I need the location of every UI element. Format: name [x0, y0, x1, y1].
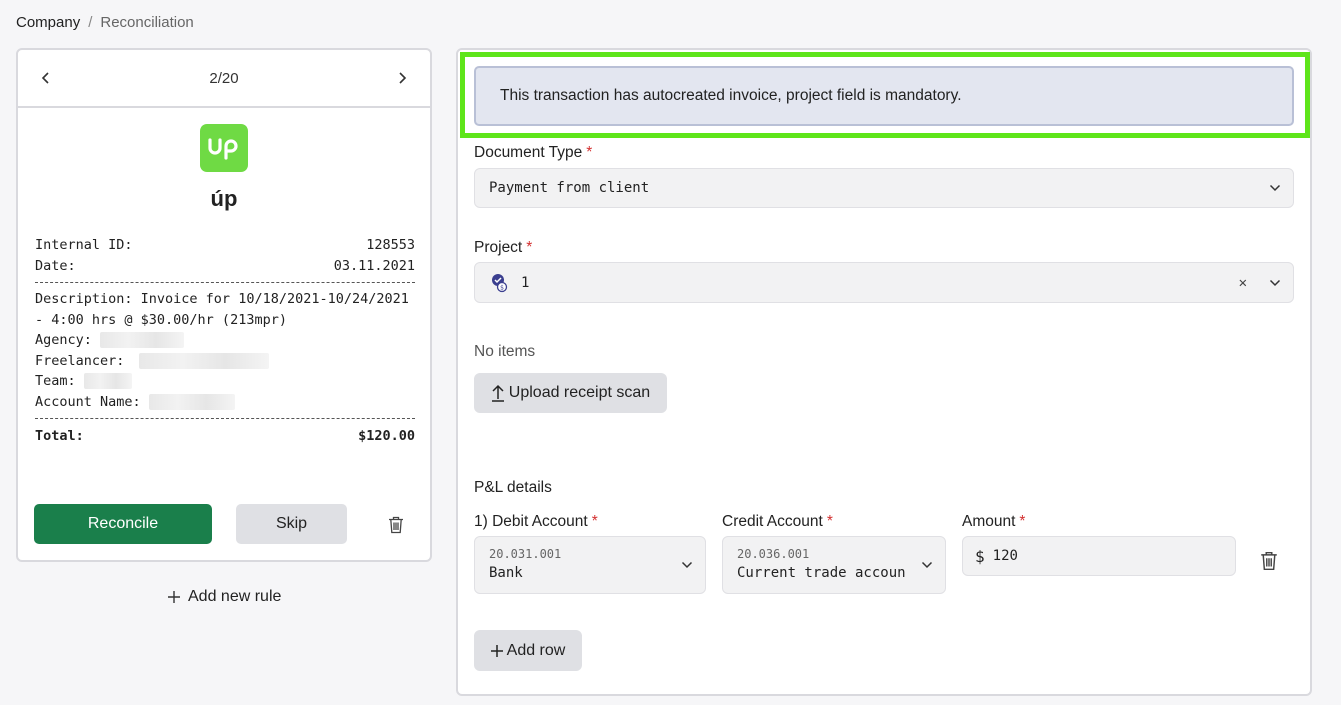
add-row-label: Add row [506, 641, 566, 659]
credit-account-code: 20.036.001 [737, 547, 810, 561]
prev-button[interactable] [36, 68, 56, 88]
chevron-left-icon [41, 72, 49, 84]
project-value: 1 [521, 274, 530, 291]
vendor-logo [200, 124, 248, 172]
date-row: Date: 03.11.2021 [35, 255, 415, 276]
divider [35, 282, 415, 283]
amount-input[interactable]: $ 120 [962, 536, 1236, 576]
chevron-right-icon [399, 72, 407, 84]
divider [35, 418, 415, 419]
required-mark: * [591, 513, 598, 530]
trash-icon [1261, 551, 1277, 571]
project-label: Project * [474, 239, 532, 257]
amount-value: 120 [992, 548, 1018, 564]
plus-icon [168, 591, 180, 603]
plus-icon [490, 644, 503, 657]
pager-count: 2/20 [209, 69, 239, 87]
amount-label: Amount * [962, 513, 1025, 531]
breadcrumb-company[interactable]: Company [16, 14, 80, 31]
credit-account-label: Credit Account * [722, 513, 833, 531]
document-type-label: Document Type * [474, 144, 592, 162]
date-value: 03.11.2021 [333, 257, 415, 274]
required-mark: * [1019, 513, 1026, 530]
upload-icon [491, 384, 504, 402]
breadcrumb-separator: / [88, 14, 93, 31]
trash-icon [389, 516, 403, 534]
redacted-account-name [148, 393, 235, 410]
team-row: Team: [35, 371, 415, 392]
chevron-down-icon [681, 561, 693, 569]
receipt: Internal ID: 128553 Date: 03.11.2021 Des… [35, 234, 415, 447]
account-name-label: Account Name: [35, 393, 141, 410]
project-icon: $ [492, 273, 508, 292]
document-type-label-text: Document Type [474, 144, 583, 161]
internal-id-row: Internal ID: 128553 [35, 234, 415, 255]
document-type-value: Payment from client [489, 180, 650, 196]
date-label: Date: [35, 257, 76, 274]
credit-account-name: Current trade accoun [737, 565, 906, 581]
clear-project-button[interactable]: ✕ [1239, 275, 1247, 291]
alert-banner: This transaction has autocreated invoice… [474, 66, 1294, 126]
credit-account-label-text: Credit Account [722, 513, 823, 530]
required-mark: * [586, 144, 593, 161]
delete-button[interactable] [388, 516, 404, 539]
debit-account-code: 20.031.001 [489, 547, 562, 561]
next-button[interactable] [392, 68, 412, 88]
add-row-button[interactable]: Add row [474, 630, 582, 671]
skip-button[interactable]: Skip [236, 504, 347, 544]
chevron-down-icon [921, 561, 933, 569]
debit-account-label: 1) Debit Account * [474, 513, 598, 531]
reconcile-button[interactable]: Reconcile [34, 504, 212, 544]
redacted-agency [100, 332, 185, 348]
agency-row: Agency: [35, 330, 415, 351]
document-type-select[interactable]: Payment from client [474, 168, 1294, 208]
description-block: Description: Invoice for 10/18/2021-10/2… [35, 289, 415, 412]
debit-account-label-text: 1) Debit Account [474, 513, 588, 530]
total-value: $120.00 [358, 428, 415, 444]
freelancer-label: Freelancer: [35, 352, 125, 369]
total-label: Total: [35, 428, 84, 444]
redacted-freelancer [138, 352, 269, 369]
internal-id-value: 128553 [366, 236, 415, 253]
debit-account-name: Bank [489, 565, 523, 581]
amount-label-text: Amount [962, 513, 1016, 530]
pl-details-heading: P&L details [474, 479, 552, 496]
debit-account-select[interactable]: 20.031.001 Bank [474, 536, 706, 594]
svg-text:$: $ [500, 284, 504, 291]
pager: 2/20 [18, 50, 430, 108]
required-mark: * [526, 239, 533, 256]
project-select[interactable]: $ 1 ✕ [474, 262, 1294, 303]
agency-label: Agency: [35, 332, 92, 348]
delete-row-button[interactable] [1260, 551, 1278, 576]
chevron-down-icon [1269, 279, 1281, 286]
currency-symbol: $ [975, 546, 985, 566]
freelancer-row: Freelancer: [35, 351, 415, 372]
vendor-name: úp [210, 186, 238, 211]
breadcrumb: Company / Reconciliation [16, 14, 194, 31]
upload-receipt-button[interactable]: Upload receipt scan [474, 373, 667, 413]
team-label: Team: [35, 373, 76, 389]
credit-account-select[interactable]: 20.036.001 Current trade accoun [722, 536, 946, 594]
breadcrumb-current: Reconciliation [100, 14, 194, 31]
description-line-1: Description: Invoice for 10/18/2021-10/2… [35, 291, 409, 307]
description-line-2: - 4:00 hrs @ $30.00/hr (213mpr) [35, 311, 287, 328]
no-items-text: No items [474, 343, 536, 360]
internal-id-label: Internal ID: [35, 236, 133, 253]
total-row: Total: $120.00 [35, 425, 415, 447]
upwork-logo-icon [208, 138, 238, 160]
required-mark: * [826, 513, 833, 530]
chevron-down-icon [1269, 184, 1281, 192]
add-new-rule-label: Add new rule [188, 588, 282, 605]
transaction-card: 2/20 úp Internal ID: 128553 Date: 03.11.… [16, 48, 432, 562]
redacted-team [83, 373, 132, 389]
upload-receipt-label: Upload receipt scan [508, 384, 651, 401]
account-name-row: Account Name: [35, 392, 415, 413]
project-label-text: Project [474, 239, 523, 256]
add-new-rule-link[interactable]: Add new rule [168, 588, 281, 606]
